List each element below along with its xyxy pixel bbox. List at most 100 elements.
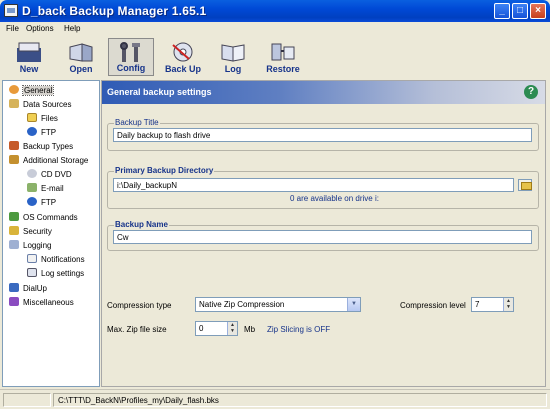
tree-label: Files xyxy=(41,114,58,123)
logging-icon xyxy=(9,240,19,249)
tree-label: E-mail xyxy=(41,184,64,193)
log-label: Log xyxy=(224,64,242,74)
tree-label: Backup Types xyxy=(23,142,74,151)
menu-file[interactable]: File xyxy=(6,24,19,33)
tree-item-notifications[interactable]: Notifications xyxy=(27,254,85,266)
cd-icon xyxy=(27,169,37,178)
tree-item-additional-storage[interactable]: Additional Storage xyxy=(9,155,88,167)
settings-panel: General backup settings ? Backup Title D… xyxy=(101,80,546,387)
compression-level-label: Compression level xyxy=(400,301,466,310)
new-button[interactable]: New xyxy=(6,38,52,76)
spin-arrows-icon[interactable]: ▲ ▼ xyxy=(227,322,237,335)
restore-button[interactable]: Restore xyxy=(260,38,306,76)
status-bar: C:\TTT\D_BackN\Profiles_my\Daily_flash.b… xyxy=(0,389,550,409)
tree-item-data-sources[interactable]: Data Sources xyxy=(9,99,71,111)
open-label: Open xyxy=(69,64,93,74)
new-label: New xyxy=(19,64,39,74)
close-button[interactable]: × xyxy=(530,3,546,19)
misc-icon xyxy=(9,297,19,306)
tree-item-email[interactable]: E-mail xyxy=(27,183,64,195)
tree-item-logging[interactable]: Logging xyxy=(9,240,51,252)
dialup-icon xyxy=(9,283,19,292)
ftp-globe-icon xyxy=(27,197,37,206)
email-icon xyxy=(27,183,37,192)
tree-label: Log settings xyxy=(41,269,85,278)
tree-item-ftp-storage[interactable]: FTP xyxy=(27,197,56,209)
title-bar[interactable]: D_back Backup Manager 1.65.1 _ □ × xyxy=(0,0,550,22)
max-zip-unit: Mb xyxy=(244,325,256,334)
tree-item-log-settings[interactable]: Log settings xyxy=(27,268,84,280)
max-zip-value: 0 xyxy=(199,324,204,333)
settings-tree[interactable]: General Data Sources Files FTP Backup Ty… xyxy=(2,80,100,387)
tree-item-cd-dvd[interactable]: CD DVD xyxy=(27,169,72,181)
backup-name-input[interactable]: Cw xyxy=(113,230,532,244)
config-label: Config xyxy=(116,63,146,73)
tree-item-ftp-source[interactable]: FTP xyxy=(27,127,56,139)
ftp-globe-icon xyxy=(27,127,37,136)
tree-item-general[interactable]: General xyxy=(9,85,55,97)
log-button[interactable]: Log xyxy=(210,38,256,76)
open-folder-icon xyxy=(69,43,93,62)
toolbar: New Open Config Back Up Log Restore xyxy=(0,37,550,79)
restore-icon xyxy=(271,43,295,61)
storage-icon xyxy=(9,155,19,164)
config-button[interactable]: Config xyxy=(108,38,154,76)
zip-slicing-note: Zip Slicing is OFF xyxy=(267,325,331,334)
tree-label: FTP xyxy=(41,198,57,207)
help-icon[interactable]: ? xyxy=(524,85,538,99)
compression-type-label: Compression type xyxy=(107,301,172,310)
tree-item-os-commands[interactable]: OS Commands xyxy=(9,212,78,224)
tree-item-backup-types[interactable]: Backup Types xyxy=(9,141,73,153)
tree-item-security[interactable]: Security xyxy=(9,226,52,238)
backup-title-input[interactable]: Daily backup to flash drive xyxy=(113,128,532,142)
backup-button[interactable]: Back Up xyxy=(160,38,206,76)
tree-item-miscellaneous[interactable]: Miscellaneous xyxy=(9,297,74,309)
tree-item-dialup[interactable]: DialUp xyxy=(9,283,47,295)
tree-label: Notifications xyxy=(41,255,85,264)
open-button[interactable]: Open xyxy=(58,38,104,76)
browse-folder-button[interactable] xyxy=(518,179,532,191)
status-pane-left xyxy=(3,393,51,407)
log-book-icon xyxy=(27,268,37,277)
app-icon[interactable] xyxy=(4,4,18,17)
profile-path: C:\TTT\D_BackN\Profiles_my\Daily_flash.b… xyxy=(53,393,547,407)
max-zip-stepper[interactable]: 0 ▲ ▼ xyxy=(195,321,238,336)
backup-label: Back Up xyxy=(164,64,201,74)
envelope-icon xyxy=(27,254,37,263)
compression-level-stepper[interactable]: 7 ▲ ▼ xyxy=(471,297,514,312)
compression-type-select[interactable]: Native Zip Compression ▼ xyxy=(195,297,361,312)
tree-label: OS Commands xyxy=(23,213,78,222)
chevron-down-icon[interactable]: ▼ xyxy=(347,298,360,311)
folder-icon xyxy=(27,113,37,122)
os-commands-icon xyxy=(9,212,19,221)
new-document-icon xyxy=(17,42,41,62)
key-icon xyxy=(9,226,19,235)
tree-label: Miscellaneous xyxy=(23,298,74,307)
config-tools-icon xyxy=(120,42,140,62)
maximize-button[interactable]: □ xyxy=(512,3,528,19)
tree-item-files[interactable]: Files xyxy=(27,113,58,125)
menu-options[interactable]: Options xyxy=(26,24,54,33)
primary-dir-label: Primary Backup Directory xyxy=(114,166,215,175)
panel-header: General backup settings ? xyxy=(102,81,545,104)
window-title: D_back Backup Manager 1.65.1 xyxy=(22,4,207,18)
primary-dir-input[interactable]: i:\Daily_backupN xyxy=(113,178,514,192)
tree-label: Logging xyxy=(23,241,52,250)
menu-bar: File Options Help xyxy=(0,22,550,37)
menu-help[interactable]: Help xyxy=(64,24,80,33)
backup-title-label: Backup Title xyxy=(114,118,160,127)
panel-title: General backup settings xyxy=(107,87,212,97)
tree-label: Additional Storage xyxy=(23,156,89,165)
backup-name-label: Backup Name xyxy=(114,220,169,229)
spin-arrows-icon[interactable]: ▲ ▼ xyxy=(503,298,513,311)
minimize-button[interactable]: _ xyxy=(494,3,510,19)
tree-label: FTP xyxy=(41,128,57,137)
tree-label: General xyxy=(21,85,55,96)
compression-type-value: Native Zip Compression xyxy=(199,300,285,309)
tree-label: Security xyxy=(23,227,52,236)
backup-disc-icon xyxy=(172,42,193,62)
drive-space-note: 0 are available on drive i: xyxy=(290,194,379,203)
tree-label: DialUp xyxy=(23,284,48,293)
data-sources-icon xyxy=(9,99,19,108)
max-zip-label: Max. Zip file size xyxy=(107,325,167,334)
